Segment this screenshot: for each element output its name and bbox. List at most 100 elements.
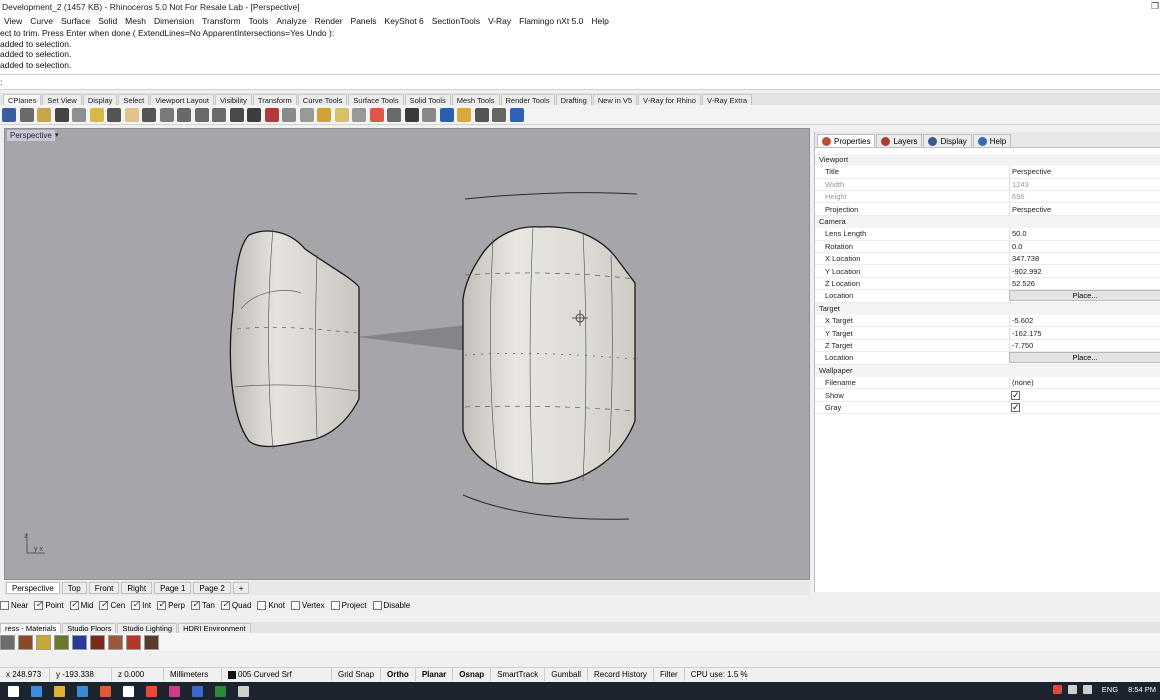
- material-swatch[interactable]: [108, 634, 123, 650]
- help-icon[interactable]: [509, 107, 524, 122]
- task-view-icon[interactable]: [8, 685, 19, 697]
- material-tab-hdri-environment[interactable]: HDRI Environment: [178, 623, 251, 633]
- osnap-checkbox[interactable]: [131, 599, 141, 610]
- property-z-target-field[interactable]: -7.750: [1009, 340, 1160, 352]
- tray-language[interactable]: ENG: [1102, 685, 1118, 694]
- viewport-tab-page-2[interactable]: Page 2: [193, 582, 231, 594]
- osnap-checkbox[interactable]: [372, 600, 382, 610]
- tab-curve-tools[interactable]: Curve Tools: [297, 94, 348, 105]
- cut-icon[interactable]: [54, 107, 69, 122]
- material-tab-ress-materials[interactable]: ress - Materials: [0, 623, 62, 633]
- menu-render[interactable]: Render: [315, 16, 343, 26]
- select-icon[interactable]: [317, 107, 331, 122]
- osnap-near[interactable]: Near: [0, 600, 28, 610]
- osnap-vertex[interactable]: Vertex: [290, 600, 325, 610]
- light-bulb-icon[interactable]: [334, 107, 349, 122]
- zoom-selected-icon[interactable]: [212, 107, 226, 122]
- taskbar-app-icon[interactable]: [238, 685, 249, 697]
- taskbar-app-icon[interactable]: [146, 685, 157, 697]
- zoom-window-icon[interactable]: [177, 107, 191, 122]
- menu-curve[interactable]: Curve: [30, 16, 53, 26]
- material-swatch[interactable]: [126, 634, 141, 650]
- tray-clock[interactable]: 8:54 PM: [1128, 685, 1156, 694]
- material-swatch[interactable]: [0, 634, 15, 650]
- status-layer[interactable]: 005 Curved Srf: [222, 668, 332, 681]
- osnap-checkbox[interactable]: [290, 600, 300, 610]
- save-icon[interactable]: [2, 107, 16, 122]
- menu-view[interactable]: View: [4, 16, 22, 26]
- property-projection-field[interactable]: Perspective: [1009, 203, 1160, 216]
- menu-analyze[interactable]: Analyze: [276, 16, 306, 26]
- menu-solid[interactable]: Solid: [98, 16, 117, 26]
- add-viewport-tab-button[interactable]: +: [232, 582, 250, 594]
- osnap-checkbox[interactable]: [34, 599, 44, 610]
- taskbar-app-icon[interactable]: [100, 685, 111, 697]
- rotate-view-icon[interactable]: [229, 107, 244, 122]
- material-swatch[interactable]: [54, 634, 69, 650]
- place-button[interactable]: Place...: [1009, 290, 1160, 302]
- lock-icon[interactable]: [352, 107, 366, 122]
- sphere-shade-icon[interactable]: [404, 107, 419, 122]
- pan-icon[interactable]: [124, 107, 139, 122]
- taskbar-app-icon[interactable]: [77, 685, 88, 697]
- menu-surface[interactable]: Surface: [61, 16, 90, 26]
- property-x-target-field[interactable]: -5.602: [1009, 315, 1160, 328]
- panel-tab-help[interactable]: Help: [972, 134, 1012, 147]
- osnap-tan[interactable]: Tan: [190, 599, 215, 610]
- osnap-cen[interactable]: Cen: [99, 599, 125, 610]
- viewport-layout-icon[interactable]: [247, 107, 261, 122]
- property-rotation-field[interactable]: 0.0: [1009, 240, 1160, 253]
- tab-new-in-v5[interactable]: New in V5: [592, 94, 638, 105]
- property-x-location-field[interactable]: 347.738: [1009, 253, 1160, 266]
- perspective-viewport[interactable]: Perspective ▾: [4, 128, 810, 580]
- smarttrack-toggle[interactable]: SmartTrack: [491, 668, 546, 681]
- property-y-location-field[interactable]: -902.992: [1009, 265, 1160, 278]
- status-units[interactable]: Millimeters: [164, 668, 222, 681]
- taskbar-app-icon[interactable]: [54, 685, 65, 697]
- panel-tab-display[interactable]: Display: [923, 134, 972, 147]
- tab-set-view[interactable]: Set View: [42, 94, 82, 105]
- render-color-icon[interactable]: [369, 107, 384, 122]
- panel-tab-layers[interactable]: Layers: [876, 134, 923, 147]
- menu-sectiontools[interactable]: SectionTools: [432, 16, 480, 26]
- tab-v-ray-for-rhino[interactable]: V-Ray for Rhino: [638, 94, 701, 105]
- taskbar-app-icon[interactable]: [123, 685, 134, 697]
- sphere-wire-icon[interactable]: [387, 107, 401, 122]
- osnap-checkbox[interactable]: [220, 599, 230, 610]
- osnap-toggle[interactable]: Osnap: [453, 668, 492, 681]
- clipboard-icon[interactable]: [89, 107, 104, 122]
- filter-toggle[interactable]: Filter: [654, 668, 685, 681]
- menu-keyshot-6[interactable]: KeyShot 6: [385, 16, 424, 26]
- tab-transform[interactable]: Transform: [252, 94, 297, 105]
- ortho-toggle[interactable]: Ortho: [381, 668, 416, 681]
- viewport-tab-top[interactable]: Top: [61, 582, 87, 594]
- osnap-project[interactable]: Project: [330, 600, 367, 610]
- osnap-int[interactable]: Int: [131, 599, 151, 610]
- panel-tab-properties[interactable]: Properties: [817, 134, 876, 147]
- command-line[interactable]: :: [0, 74, 1160, 90]
- osnap-quad[interactable]: Quad: [220, 599, 251, 610]
- planar-toggle[interactable]: Planar: [416, 668, 454, 681]
- osnap-checkbox[interactable]: [0, 600, 9, 610]
- material-tab-studio-lighting[interactable]: Studio Lighting: [117, 623, 178, 633]
- property-z-location-field[interactable]: 52.526: [1009, 278, 1160, 290]
- material-swatch[interactable]: [144, 634, 159, 650]
- osnap-point[interactable]: Point: [34, 599, 64, 610]
- transform-icon[interactable]: [492, 107, 506, 122]
- menu-tools[interactable]: Tools: [249, 16, 269, 26]
- taskbar-app-icon[interactable]: [31, 685, 42, 697]
- menu-panels[interactable]: Panels: [351, 16, 377, 26]
- viewport-tab-front[interactable]: Front: [88, 582, 120, 594]
- viewport-tab-perspective[interactable]: Perspective: [6, 582, 60, 594]
- pencil-icon[interactable]: [282, 107, 296, 122]
- tray-volume-icon[interactable]: [1082, 685, 1092, 694]
- material-swatch[interactable]: [18, 634, 33, 650]
- brush-icon[interactable]: [457, 107, 471, 122]
- menu-dimension[interactable]: Dimension: [154, 16, 194, 26]
- tab-surface-tools[interactable]: Surface Tools: [348, 94, 404, 105]
- material-tab-studio-floors[interactable]: Studio Floors: [62, 623, 117, 633]
- tab-select[interactable]: Select: [118, 94, 150, 105]
- menu-transform[interactable]: Transform: [202, 16, 240, 26]
- osnap-checkbox[interactable]: [330, 600, 340, 610]
- osnap-checkbox[interactable]: [69, 599, 79, 610]
